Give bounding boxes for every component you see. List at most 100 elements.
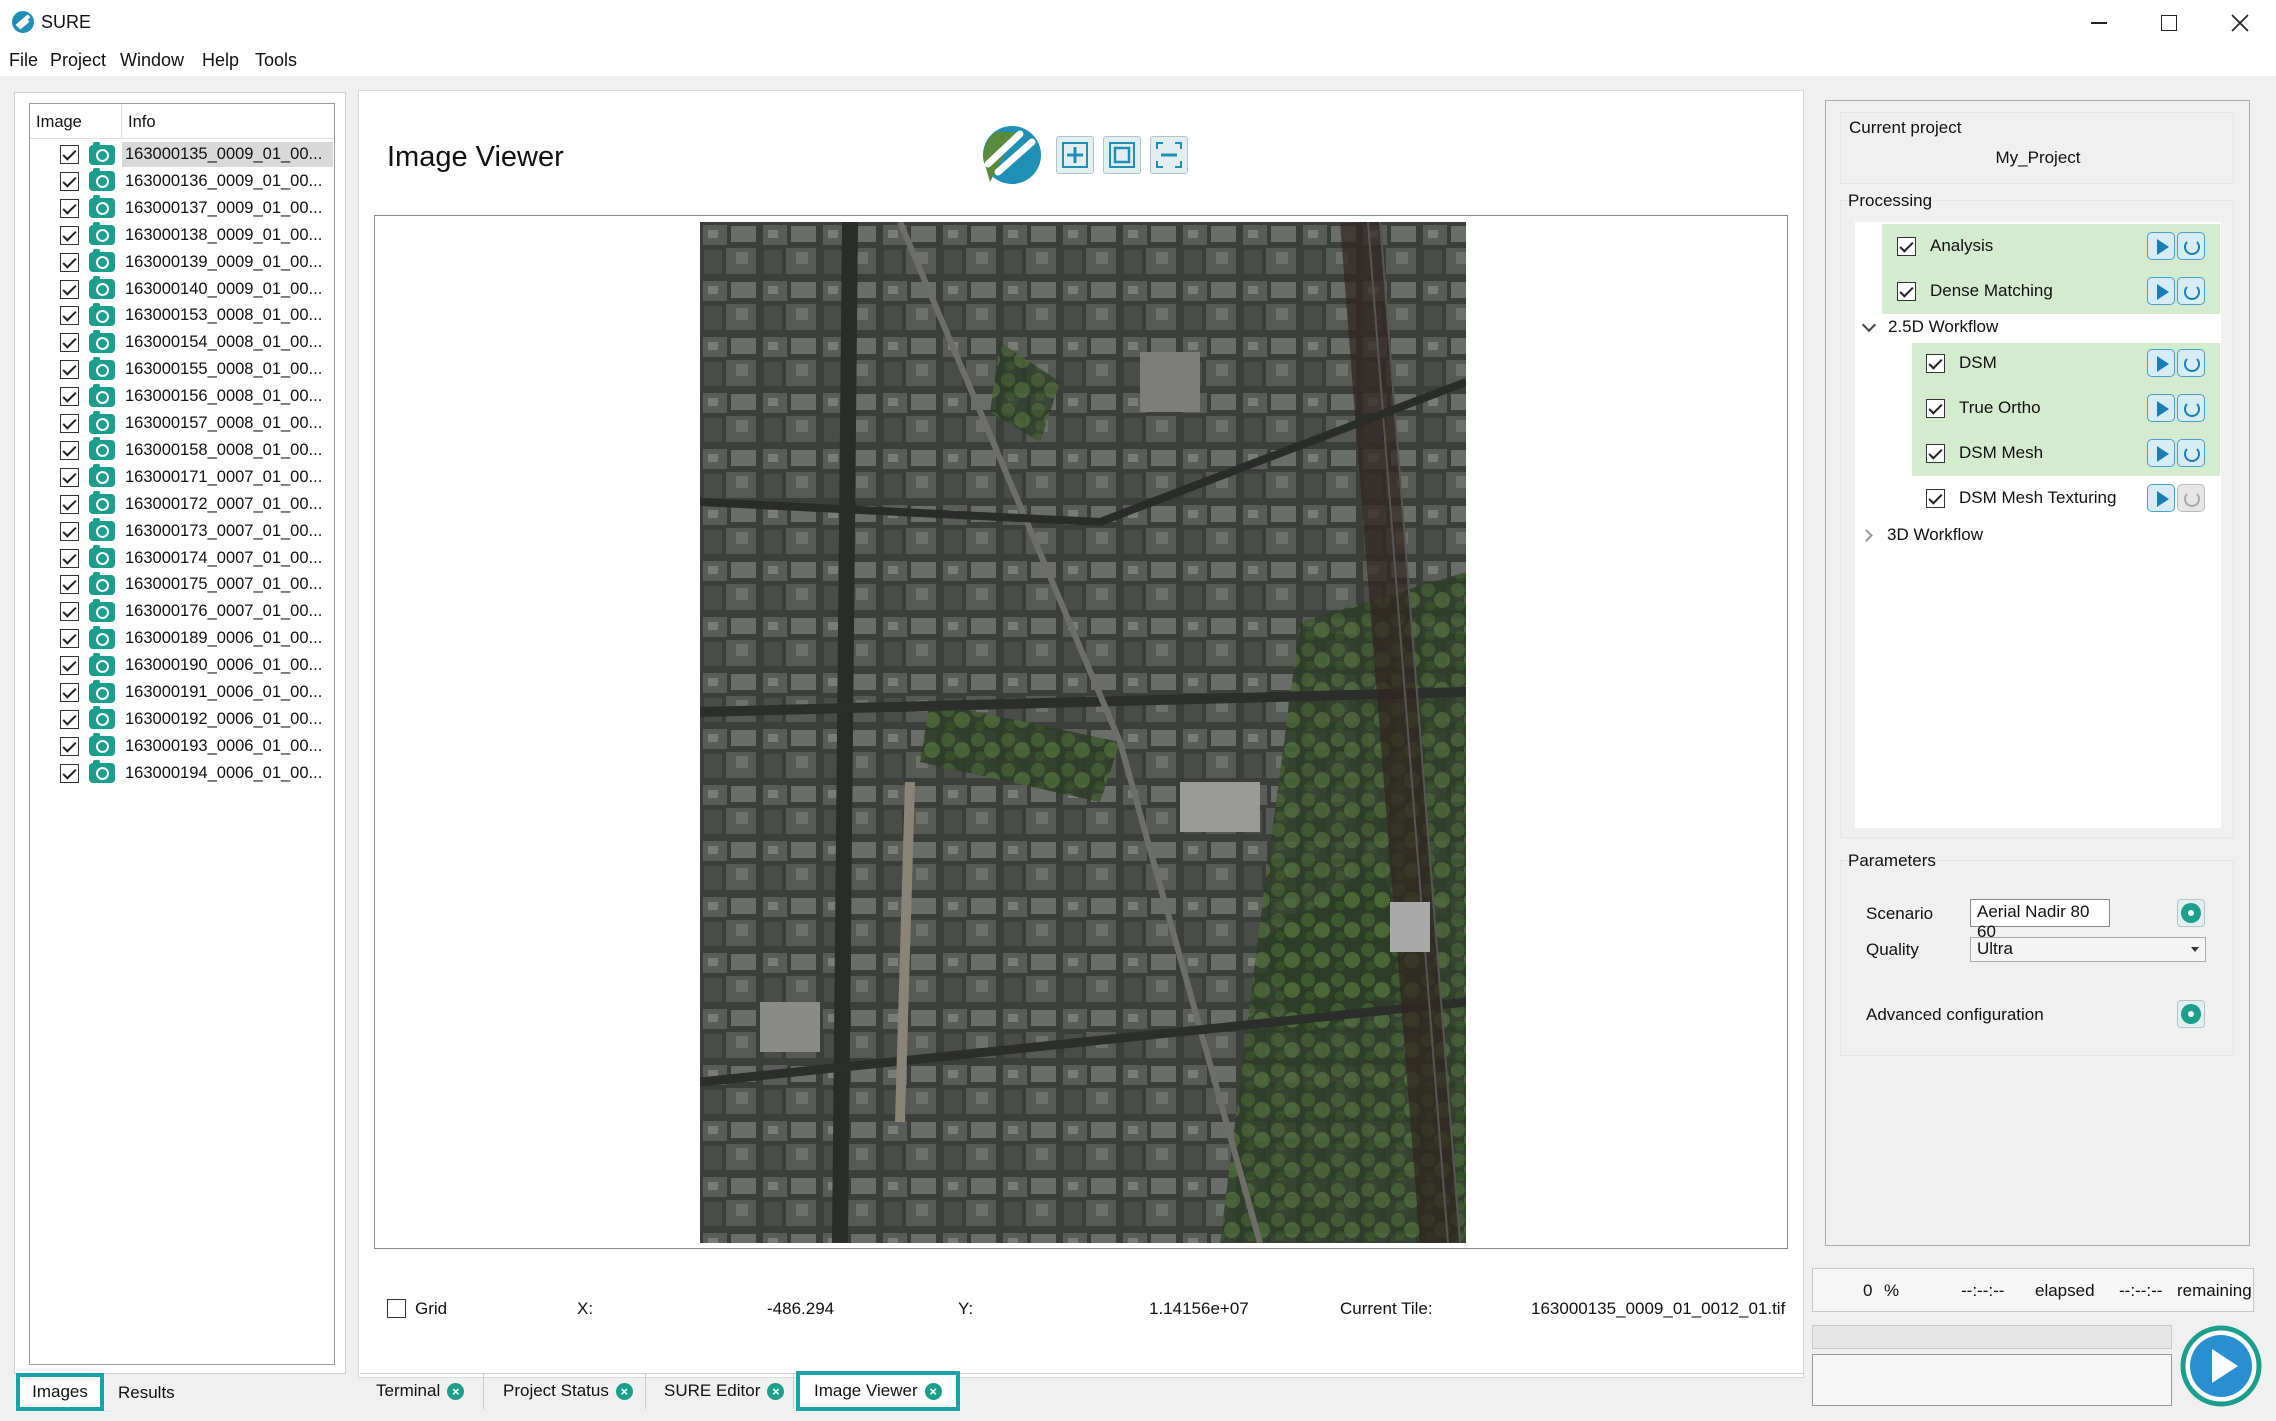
tab-terminal[interactable]: Terminal × — [360, 1373, 484, 1409]
run-dsm-mesh-icon[interactable] — [2147, 439, 2175, 467]
quality-select[interactable]: Ultra — [1970, 937, 2206, 962]
reset-dsm-mesh-icon[interactable] — [2177, 439, 2205, 467]
image-checkbox[interactable] — [60, 333, 79, 353]
image-list-row[interactable]: 163000190_0006_01_00... — [60, 652, 334, 679]
tab-results[interactable]: Results — [118, 1375, 175, 1411]
chevron-down-icon[interactable] — [1861, 317, 1877, 333]
fit-to-view-button[interactable] — [1103, 136, 1141, 174]
aerial-image[interactable] — [700, 222, 1466, 1243]
column-header-image[interactable]: Image — [36, 113, 82, 132]
scenario-settings-gear-icon[interactable] — [2177, 899, 2205, 927]
image-checkbox[interactable] — [60, 683, 79, 702]
reset-true-ortho-icon[interactable] — [2177, 394, 2205, 422]
reset-dense-matching-icon[interactable] — [2177, 277, 2205, 305]
menu-tools[interactable]: Tools — [255, 50, 297, 71]
image-checkbox[interactable] — [60, 306, 79, 326]
image-checkbox[interactable] — [60, 629, 79, 649]
image-list-row[interactable]: 163000153_0008_01_00... — [60, 302, 334, 329]
image-checkbox[interactable] — [60, 360, 79, 380]
step-dsm[interactable]: DSM — [1926, 341, 1997, 385]
image-checkbox[interactable] — [60, 171, 79, 191]
image-list-row[interactable]: 163000158_0008_01_00... — [60, 437, 334, 464]
workflow-3d[interactable]: 3D Workflow — [1860, 514, 1983, 556]
image-list-row[interactable]: 163000154_0008_01_00... — [60, 329, 334, 356]
image-list-row[interactable]: 163000172_0007_01_00... — [60, 491, 334, 518]
advanced-config-gear-icon[interactable] — [2177, 1000, 2205, 1028]
image-checkbox[interactable] — [60, 467, 79, 487]
image-list-row[interactable]: 163000173_0007_01_00... — [60, 518, 334, 545]
image-list-row[interactable]: 163000194_0006_01_00... — [60, 760, 334, 787]
menu-file[interactable]: File — [9, 50, 38, 71]
image-checkbox[interactable] — [60, 440, 79, 460]
image-checkbox[interactable] — [60, 548, 79, 568]
image-checkbox[interactable] — [60, 145, 79, 164]
image-checkbox[interactable] — [60, 763, 79, 783]
image-checkbox[interactable] — [60, 252, 79, 272]
image-checkbox[interactable] — [60, 521, 79, 541]
dense-matching-checkbox[interactable] — [1897, 281, 1916, 301]
scenario-field[interactable]: Aerial Nadir 80 60 — [1970, 899, 2110, 941]
dsm-mesh-checkbox[interactable] — [1926, 443, 1945, 463]
chevron-right-icon[interactable] — [1860, 528, 1873, 542]
image-checkbox[interactable] — [60, 198, 79, 218]
image-checkbox[interactable] — [60, 575, 79, 595]
run-dense-matching-icon[interactable] — [2147, 277, 2175, 305]
run-true-ortho-icon[interactable] — [2147, 394, 2175, 422]
image-checkbox[interactable] — [60, 494, 79, 514]
run-all-button[interactable] — [2180, 1325, 2262, 1407]
step-true-ortho[interactable]: True Ortho — [1926, 386, 2041, 430]
image-checkbox[interactable] — [60, 414, 79, 433]
image-list-row[interactable]: 163000156_0008_01_00... — [60, 383, 334, 410]
image-list-row[interactable]: 163000171_0007_01_00... — [60, 464, 334, 491]
reset-analysis-icon[interactable] — [2177, 232, 2205, 260]
image-list-row[interactable]: 163000157_0008_01_00... — [60, 410, 334, 437]
close-tab-icon[interactable]: × — [447, 1382, 465, 1400]
zoom-out-button[interactable] — [1150, 136, 1188, 174]
close-tab-icon[interactable]: × — [924, 1382, 942, 1400]
image-list-row[interactable]: 163000175_0007_01_00... — [60, 571, 334, 598]
column-header-info[interactable]: Info — [128, 113, 156, 132]
image-checkbox[interactable] — [60, 736, 79, 756]
image-checkbox[interactable] — [60, 225, 79, 245]
dsm-mesh-texturing-checkbox[interactable] — [1926, 488, 1945, 508]
maximize-button[interactable] — [2134, 0, 2204, 46]
minimize-button[interactable] — [2064, 0, 2134, 46]
run-dsm-mesh-texturing-icon[interactable] — [2147, 484, 2175, 512]
image-list-row[interactable]: 163000137_0009_01_00... — [60, 195, 334, 222]
tab-image-viewer[interactable]: Image Viewer × — [796, 1371, 960, 1411]
image-list-row[interactable]: 163000140_0009_01_00... — [60, 276, 334, 303]
close-button[interactable] — [2204, 0, 2276, 46]
image-list-row[interactable]: 163000189_0006_01_00... — [60, 625, 334, 652]
image-list-row[interactable]: 163000155_0008_01_00... — [60, 356, 334, 383]
image-checkbox[interactable] — [60, 656, 79, 676]
menu-window[interactable]: Window — [120, 50, 184, 71]
image-list-row[interactable]: 163000138_0009_01_00... — [60, 222, 334, 249]
image-checkbox[interactable] — [60, 709, 79, 729]
image-list-row[interactable]: 163000136_0009_01_00... — [60, 168, 334, 195]
tab-sure-editor[interactable]: SURE Editor × — [648, 1373, 794, 1409]
run-analysis-icon[interactable] — [2147, 232, 2175, 260]
image-list-row[interactable]: 163000191_0006_01_00... — [60, 679, 334, 706]
analysis-checkbox[interactable] — [1897, 236, 1916, 256]
tab-images[interactable]: Images — [16, 1373, 104, 1411]
run-dsm-icon[interactable] — [2147, 349, 2175, 377]
close-tab-icon[interactable]: × — [767, 1382, 785, 1400]
close-tab-icon[interactable]: × — [615, 1382, 633, 1400]
menu-project[interactable]: Project — [50, 50, 106, 71]
image-list-row[interactable]: 163000176_0007_01_00... — [60, 598, 334, 625]
image-checkbox[interactable] — [60, 279, 79, 299]
image-checkbox[interactable] — [60, 602, 79, 622]
menu-help[interactable]: Help — [202, 50, 239, 71]
image-checkbox[interactable] — [60, 387, 79, 407]
image-list-row[interactable]: 163000174_0007_01_00... — [60, 545, 334, 572]
image-list-row[interactable]: 163000135_0009_01_00... — [60, 141, 334, 168]
step-analysis[interactable]: Analysis — [1897, 224, 1993, 268]
zoom-in-button[interactable] — [1056, 136, 1094, 174]
tab-project-status[interactable]: Project Status × — [486, 1373, 646, 1409]
grid-checkbox[interactable] — [387, 1299, 406, 1318]
reset-dsm-icon[interactable] — [2177, 349, 2205, 377]
dsm-checkbox[interactable] — [1926, 353, 1945, 373]
step-dsm-mesh[interactable]: DSM Mesh — [1926, 431, 2043, 475]
image-list-row[interactable]: 163000139_0009_01_00... — [60, 249, 334, 276]
image-list-row[interactable]: 163000192_0006_01_00... — [60, 706, 334, 733]
